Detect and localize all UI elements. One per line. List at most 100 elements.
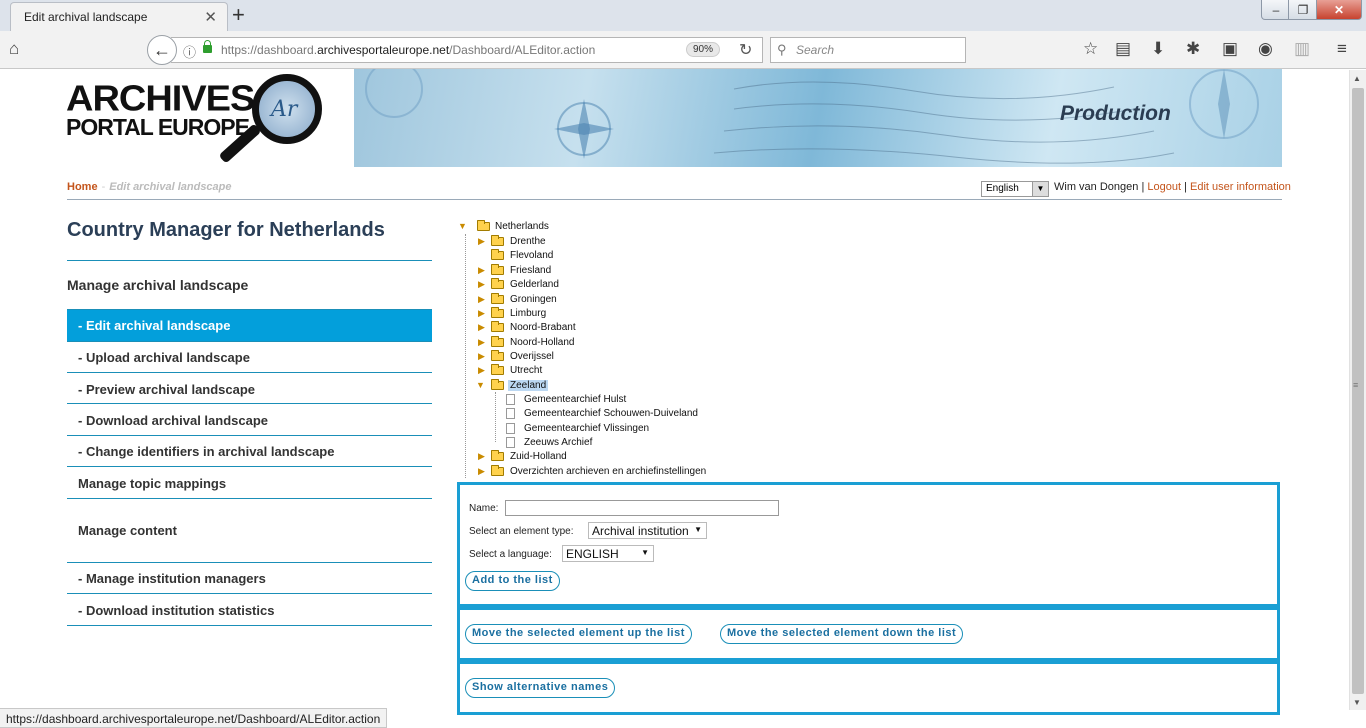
lock-icon bbox=[203, 40, 212, 53]
tree-node-label[interactable]: Noord-Holland bbox=[510, 337, 574, 348]
folder-icon bbox=[491, 293, 504, 304]
add-to-list-button[interactable]: Add to the list bbox=[465, 571, 560, 591]
tree-node-label[interactable]: Overijssel bbox=[510, 351, 554, 362]
header-banner: Production bbox=[354, 69, 1282, 167]
tree-expand-icon[interactable]: ▶ bbox=[478, 294, 485, 305]
folder-open-icon bbox=[491, 379, 504, 390]
tree-expand-icon[interactable]: ▶ bbox=[478, 466, 485, 477]
download-icon[interactable]: ⬇ bbox=[1151, 39, 1165, 59]
tab-title: Edit archival landscape bbox=[24, 10, 148, 24]
tree-node-label[interactable]: Utrecht bbox=[510, 365, 542, 376]
url-text[interactable]: https://dashboard.archivesportaleurope.n… bbox=[221, 43, 595, 57]
folder-icon bbox=[491, 350, 504, 361]
edit-user-link[interactable]: Edit user information bbox=[1190, 181, 1291, 193]
folder-icon bbox=[491, 321, 504, 332]
sidebar-item-manage-topic-mappings[interactable]: Manage topic mappings bbox=[67, 468, 432, 499]
sidebar-item-download-archival-landscape[interactable]: - Download archival landscape bbox=[67, 405, 432, 436]
browser-tab[interactable]: Edit archival landscape ✕ bbox=[10, 2, 228, 31]
sidebar-item-preview-archival-landscape[interactable]: - Preview archival landscape bbox=[67, 374, 432, 405]
tree-node-label[interactable]: Zeeuws Archief bbox=[524, 437, 592, 448]
tree-expand-icon[interactable]: ▶ bbox=[478, 351, 485, 362]
tree-node-label[interactable]: Gemeentearchief Schouwen-Duiveland bbox=[524, 408, 698, 419]
extension-icon[interactable]: ✱ bbox=[1186, 39, 1200, 59]
breadcrumb-home-link[interactable]: Home bbox=[67, 181, 98, 193]
breadcrumb-separator: - bbox=[101, 181, 106, 193]
language-dropdown[interactable]: ENGLISH ▼ bbox=[562, 545, 654, 562]
addon-icon[interactable]: ◉ bbox=[1258, 39, 1273, 59]
tree-expand-icon[interactable]: ▶ bbox=[478, 365, 485, 376]
tree-expand-icon[interactable]: ▶ bbox=[478, 265, 485, 276]
window-minimize-button[interactable]: ‒ bbox=[1261, 0, 1291, 20]
sidebar-divider bbox=[67, 593, 432, 594]
document-icon bbox=[506, 437, 515, 448]
sidebar-item-upload-archival-landscape[interactable]: - Upload archival landscape bbox=[67, 342, 432, 373]
tree-node-label[interactable]: Limburg bbox=[510, 308, 546, 319]
reader-view-icon[interactable]: ▥ bbox=[1294, 39, 1310, 59]
tree-expand-icon[interactable]: ▶ bbox=[478, 451, 485, 462]
url-bar[interactable]: ⓘ https://dashboard.archivesportaleurope… bbox=[171, 37, 763, 63]
tree-expand-icon[interactable]: ▶ bbox=[478, 337, 485, 348]
reading-list-icon[interactable]: ▤ bbox=[1115, 39, 1131, 59]
sidebar-icon[interactable]: ▣ bbox=[1222, 39, 1238, 59]
tree-expand-icon[interactable]: ▶ bbox=[478, 236, 485, 247]
site-logo[interactable]: ARCHIVES PORTAL EUROPE Ar bbox=[66, 74, 356, 178]
tree-node-label[interactable]: Noord-Brabant bbox=[510, 322, 576, 333]
tree-node-label[interactable]: Netherlands bbox=[495, 221, 549, 232]
folder-icon bbox=[491, 235, 504, 246]
tree-expand-icon[interactable]: ▶ bbox=[478, 279, 485, 290]
sidebar-item-download-institution-statistics[interactable]: - Download institution statistics bbox=[67, 595, 432, 626]
folder-icon bbox=[491, 465, 504, 476]
user-bar-separator: | bbox=[1184, 181, 1187, 193]
info-icon[interactable]: ⓘ bbox=[183, 42, 196, 61]
tree-expand-icon[interactable]: ▶ bbox=[478, 322, 485, 333]
folder-icon bbox=[491, 264, 504, 275]
sidebar-divider bbox=[67, 260, 432, 261]
window-close-button[interactable]: ✕ bbox=[1316, 0, 1362, 20]
back-button[interactable]: ← bbox=[147, 35, 177, 65]
tree-node-label[interactable]: Overzichten archieven en archiefinstelli… bbox=[510, 466, 706, 477]
show-alternative-names-button[interactable]: Show alternative names bbox=[465, 678, 616, 698]
sidebar-item-edit-archival-landscape[interactable]: - Edit archival landscape bbox=[67, 310, 432, 341]
scroll-down-icon[interactable]: ▼ bbox=[1353, 698, 1361, 707]
tree-node-label[interactable]: Friesland bbox=[510, 265, 551, 276]
name-input[interactable] bbox=[505, 500, 779, 516]
breadcrumb: Home - Edit archival landscape bbox=[67, 181, 232, 193]
tree-expand-icon[interactable]: ▶ bbox=[478, 308, 485, 319]
page-scrollbar[interactable]: ▲ ≡ ▼ bbox=[1349, 70, 1366, 710]
tree-node-label[interactable]: Gemeentearchief Vlissingen bbox=[524, 423, 649, 434]
tree-node-label[interactable]: Drenthe bbox=[510, 236, 546, 247]
home-icon[interactable]: ⌂ bbox=[9, 39, 19, 59]
sidebar-divider bbox=[67, 498, 432, 499]
user-info: Wim van Dongen | Logout | Edit user info… bbox=[1054, 181, 1291, 193]
move-up-button[interactable]: Move the selected element up the list bbox=[465, 624, 692, 644]
menu-icon[interactable]: ≡ bbox=[1337, 39, 1347, 59]
browser-status-bar: https://dashboard.archivesportaleurope.n… bbox=[0, 708, 388, 728]
magnifier-icon: Ar bbox=[252, 74, 322, 144]
tree-collapse-icon[interactable]: ▼ bbox=[476, 380, 485, 390]
logout-link[interactable]: Logout bbox=[1147, 181, 1181, 193]
sidebar-section-manage-content: Manage content bbox=[78, 523, 177, 538]
tree-node-label[interactable]: Flevoland bbox=[510, 250, 553, 261]
tree-node-label[interactable]: Zeeland bbox=[508, 380, 549, 391]
search-bar[interactable]: ⚲ Search bbox=[770, 37, 966, 63]
sidebar-item-manage-institution-managers[interactable]: - Manage institution managers bbox=[67, 563, 432, 594]
scroll-up-icon[interactable]: ▲ bbox=[1353, 74, 1361, 83]
window-maximize-button[interactable]: ❐ bbox=[1288, 0, 1318, 20]
language-select[interactable]: English ▼ bbox=[981, 181, 1049, 197]
element-type-label: Select an element type: bbox=[469, 526, 574, 537]
reload-icon[interactable]: ↻ bbox=[739, 40, 752, 60]
tree-collapse-icon[interactable]: ▼ bbox=[458, 221, 467, 231]
tree-node-label[interactable]: Zuid-Holland bbox=[510, 451, 567, 462]
sidebar-item-change-identifiers[interactable]: - Change identifiers in archival landsca… bbox=[67, 436, 432, 467]
move-down-button[interactable]: Move the selected element down the list bbox=[720, 624, 964, 644]
bookmark-star-icon[interactable]: ☆ bbox=[1083, 39, 1098, 59]
element-type-select[interactable]: Archival institution ▼ bbox=[588, 522, 707, 539]
tree-node-label[interactable]: Groningen bbox=[510, 294, 557, 305]
tree-node-label[interactable]: Gemeentearchief Hulst bbox=[524, 394, 626, 405]
scroll-thumb[interactable] bbox=[1352, 88, 1364, 694]
new-tab-button[interactable]: + bbox=[232, 3, 245, 27]
tree-guide-line bbox=[465, 234, 466, 478]
zoom-indicator[interactable]: 90% bbox=[686, 42, 721, 57]
tab-close-icon[interactable]: ✕ bbox=[204, 8, 217, 26]
tree-node-label[interactable]: Gelderland bbox=[510, 279, 559, 290]
